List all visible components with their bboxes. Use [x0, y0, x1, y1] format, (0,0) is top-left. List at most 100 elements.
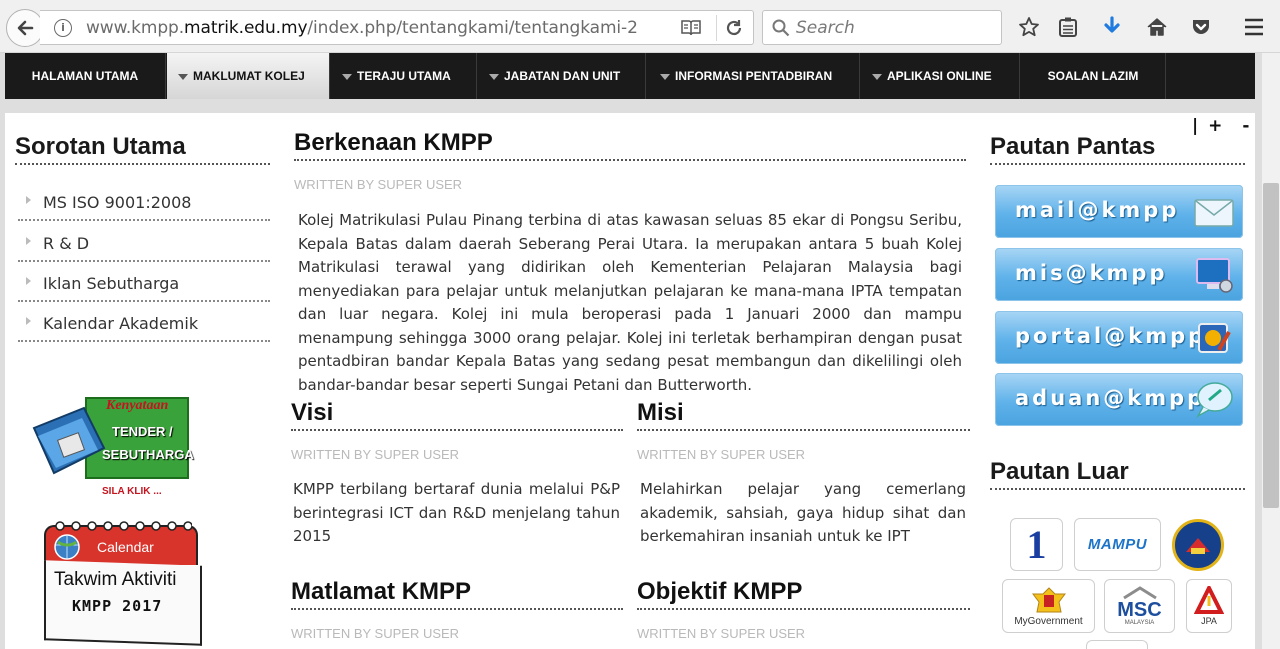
- jpa-emblem-icon: [1194, 586, 1224, 614]
- scrollbar-thumb[interactable]: [1263, 183, 1279, 508]
- quick-link-label: mis@kmpp: [1015, 261, 1168, 285]
- bookmark-star-icon[interactable]: [1017, 15, 1041, 39]
- sorotan-utama-title: Sorotan Utama: [15, 133, 270, 165]
- aduan-kmpp-button[interactable]: aduan@kmpp: [995, 373, 1243, 426]
- calendar-banner[interactable]: Calendar Takwim Aktiviti KMPP 2017: [44, 519, 202, 646]
- side-link-rnd[interactable]: R & D: [18, 224, 270, 262]
- side-link-iklan[interactable]: Iklan Sebutharga: [18, 264, 270, 302]
- visi-title[interactable]: Visi: [291, 399, 623, 431]
- search-input[interactable]: Search: [796, 18, 855, 38]
- side-link-iso[interactable]: MS ISO 9001:2008: [18, 183, 270, 221]
- bullet-arrow-icon: [26, 317, 31, 325]
- speech-bubble-icon: [1196, 382, 1233, 418]
- nav-soalan-lazim[interactable]: SOALAN LAZIM: [1021, 53, 1166, 99]
- calendar-label: Calendar: [97, 539, 154, 555]
- side-link-label: MS ISO 9001:2008: [43, 193, 192, 212]
- coat-of-arms-icon: [1031, 586, 1066, 612]
- msc-swoosh-icon: [1122, 586, 1157, 600]
- pautan-luar-title: Pautan Luar: [990, 458, 1245, 490]
- bullet-arrow-icon: [26, 237, 31, 245]
- written-by: WRITTEN BY SUPER USER: [291, 447, 460, 462]
- matlamat-title[interactable]: Matlamat KMPP: [291, 578, 623, 610]
- reader-view-icon[interactable]: [680, 18, 702, 38]
- kmpp-2017-label: KMPP 2017: [72, 597, 163, 615]
- nav-informasi-pentadbiran[interactable]: INFORMASI PENTADBIRAN: [647, 53, 860, 99]
- written-by: WRITTEN BY SUPER USER: [294, 177, 463, 192]
- tender-kenyataan: Kenyataan: [106, 398, 169, 413]
- written-by: WRITTEN BY SUPER USER: [637, 447, 806, 462]
- nav-label: TERAJU UTAMA: [357, 69, 451, 83]
- dropdown-caret-icon: [489, 73, 499, 80]
- bullet-arrow-icon: [26, 277, 31, 285]
- nav-jabatan-dan-unit[interactable]: JABATAN DAN UNIT: [478, 53, 646, 99]
- quick-link-label: mail@kmpp: [1015, 198, 1180, 222]
- berkenaan-body: Kolej Matrikulasi Pulau Pinang terbina d…: [298, 211, 962, 394]
- portal-kmpp-button[interactable]: portal@kmpp: [995, 311, 1243, 364]
- next-logo-partial[interactable]: [1086, 640, 1148, 649]
- reading-list-icon[interactable]: [1056, 15, 1080, 39]
- misi-title[interactable]: Misi: [637, 399, 970, 431]
- side-link-label: Iklan Sebutharga: [43, 274, 180, 293]
- nav-label: MAKLUMAT KOLEJ: [193, 69, 305, 83]
- dropdown-caret-icon: [660, 73, 670, 80]
- tender-line2: TENDER /: [112, 424, 173, 439]
- dropdown-caret-icon: [342, 73, 352, 80]
- mygovernment-logo[interactable]: MyGovernment: [1002, 579, 1095, 633]
- takwim-label: Takwim Aktiviti: [54, 569, 177, 590]
- url-text[interactable]: www.kmpp.matrik.edu.my/index.php/tentang…: [86, 18, 638, 38]
- kpm-logo[interactable]: [1172, 519, 1224, 571]
- pocket-icon[interactable]: [1189, 15, 1213, 39]
- berkenaan-title[interactable]: Berkenaan KMPP: [294, 129, 966, 161]
- portal-icon: [1198, 323, 1231, 353]
- home-icon[interactable]: [1145, 15, 1169, 39]
- browser-toolbar: i www.kmpp.matrik.edu.my/index.php/tenta…: [0, 0, 1280, 53]
- side-link-label: R & D: [43, 234, 90, 253]
- nav-teraju-utama[interactable]: TERAJU UTAMA: [331, 53, 477, 99]
- misi-body: Melahirkan pelajar yang cemerlang akadem…: [640, 480, 966, 545]
- calendar-rings-icon: [55, 521, 192, 531]
- nav-aplikasi-online[interactable]: APLIKASI ONLINE: [861, 53, 1020, 99]
- msc-sub-text: MALAYSIA: [1124, 620, 1155, 626]
- pautan-pantas-title: Pautan Pantas: [990, 133, 1245, 165]
- download-arrow-icon[interactable]: [1100, 15, 1124, 39]
- url-bar[interactable]: i www.kmpp.matrik.edu.my/index.php/tenta…: [40, 10, 754, 45]
- tender-line3: SEBUTHARGA: [102, 447, 194, 462]
- written-by: WRITTEN BY SUPER USER: [637, 626, 806, 641]
- search-bar[interactable]: Search: [762, 10, 1002, 45]
- side-link-label: Kalendar Akademik: [43, 314, 199, 333]
- mygovernment-text: MyGovernment: [1014, 615, 1083, 627]
- written-by: WRITTEN BY SUPER USER: [291, 626, 460, 641]
- satu-malaysia-text: 1: [1026, 522, 1047, 567]
- tender-banner[interactable]: Kenyataan TENDER / SEBUTHARGA SILA KLIK …: [24, 388, 194, 503]
- nav-halaman-utama[interactable]: HALAMAN UTAMA: [5, 53, 166, 99]
- mampu-logo[interactable]: MAMPU: [1074, 518, 1161, 571]
- nav-maklumat-kolej[interactable]: MAKLUMAT KOLEJ: [167, 53, 330, 99]
- envelope-icon: [1194, 199, 1234, 227]
- url-separator: [716, 15, 717, 41]
- jpa-logo[interactable]: JPA: [1186, 579, 1232, 633]
- hamburger-menu-icon[interactable]: [1242, 15, 1266, 39]
- dropdown-caret-icon: [872, 73, 882, 80]
- quick-link-label: portal@kmpp: [1015, 324, 1207, 348]
- globe-icon: [54, 534, 80, 560]
- main-nav: HALAMAN UTAMA MAKLUMAT KOLEJ TERAJU UTAM…: [5, 53, 1255, 99]
- back-button[interactable]: [6, 9, 44, 47]
- satu-malaysia-logo[interactable]: 1: [1010, 518, 1063, 571]
- bullet-arrow-icon: [26, 196, 31, 204]
- book-icon: [1186, 538, 1210, 554]
- reload-icon[interactable]: [724, 18, 744, 38]
- nav-label: SOALAN LAZIM: [1047, 69, 1139, 83]
- objektif-title[interactable]: Objektif KMPP: [637, 578, 970, 610]
- mampu-text: MAMPU: [1087, 536, 1148, 553]
- mis-kmpp-button[interactable]: mis@kmpp: [995, 248, 1243, 301]
- quick-link-label: aduan@kmpp: [1015, 386, 1206, 410]
- monitor-icon: [1196, 258, 1233, 293]
- side-link-kalendar[interactable]: Kalendar Akademik: [18, 304, 270, 342]
- info-icon[interactable]: i: [54, 19, 72, 37]
- mail-kmpp-button[interactable]: mail@kmpp: [995, 185, 1243, 238]
- search-icon: [772, 19, 790, 37]
- msc-logo[interactable]: MSC MALAYSIA: [1104, 579, 1175, 633]
- nav-label: HALAMAN UTAMA: [31, 69, 139, 83]
- tender-sila-klik: SILA KLIK ...: [102, 486, 162, 497]
- jpa-text: JPA: [1201, 616, 1217, 626]
